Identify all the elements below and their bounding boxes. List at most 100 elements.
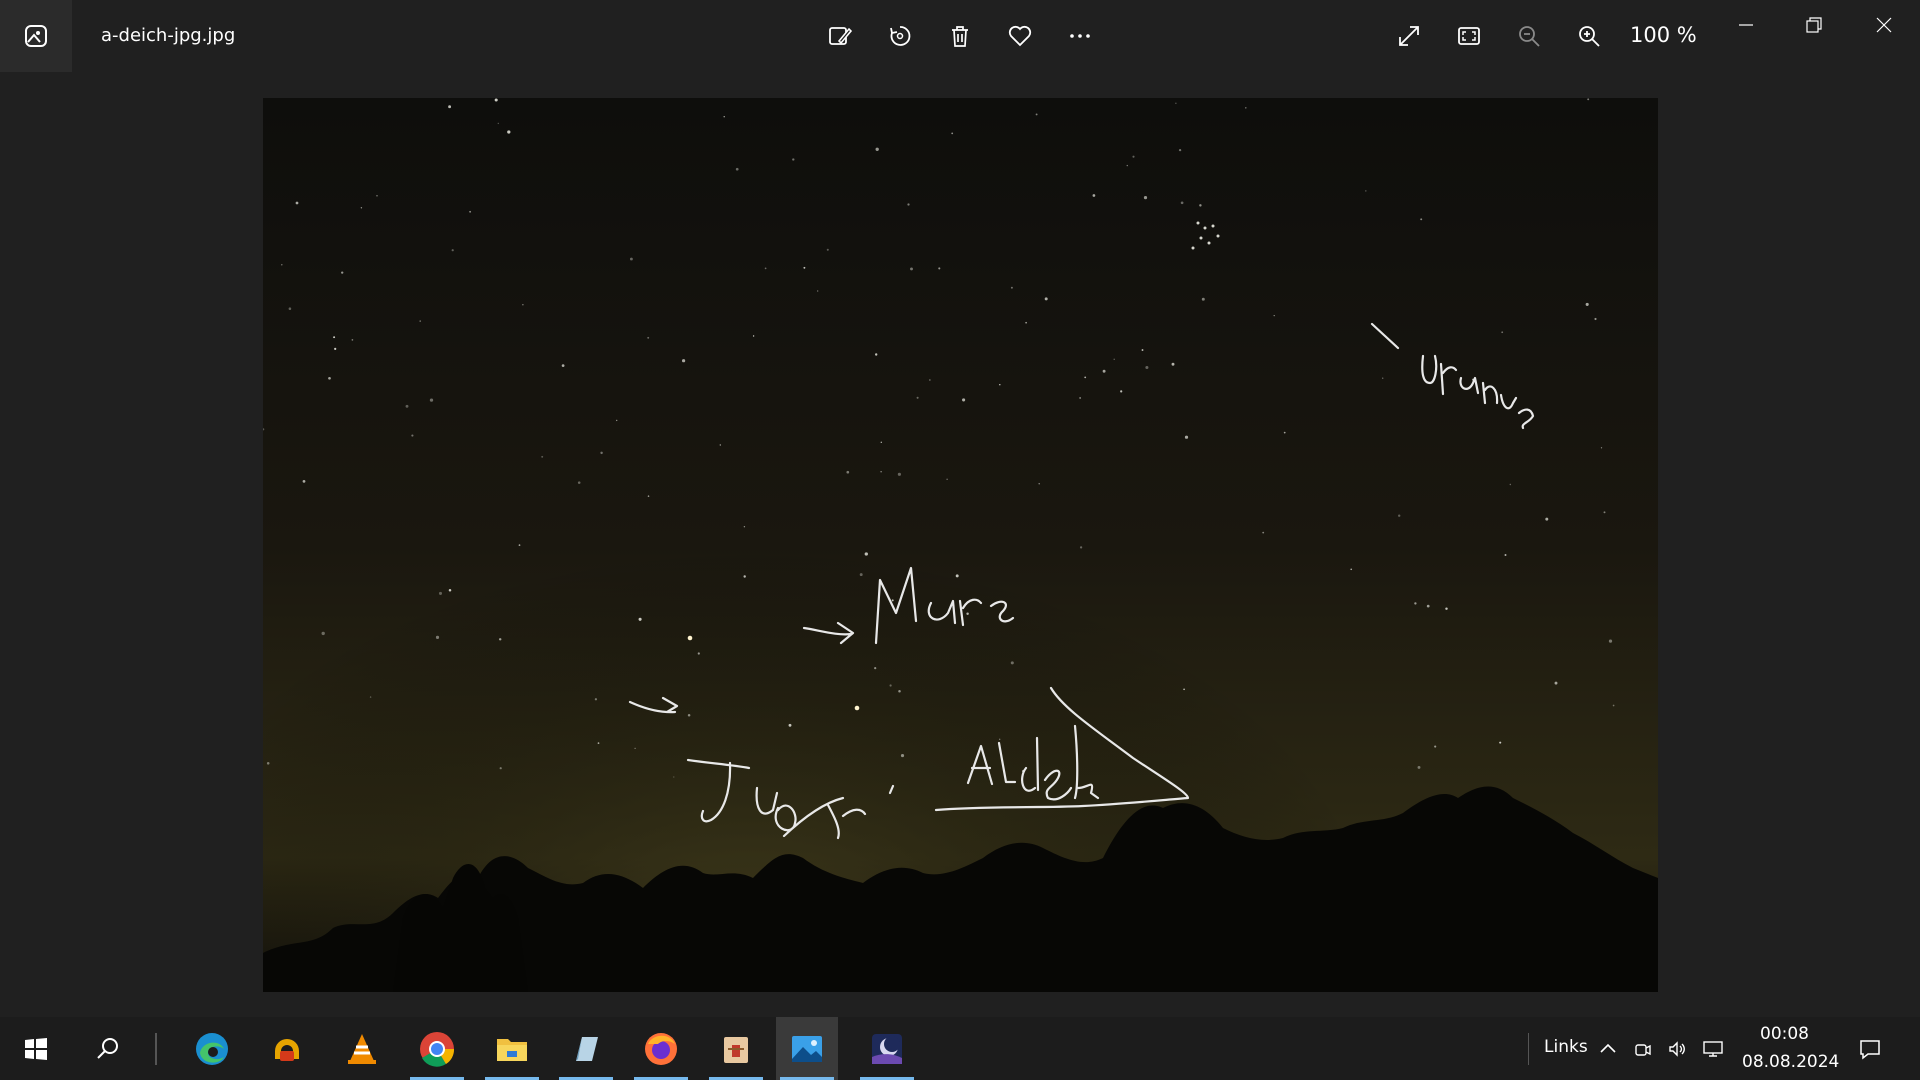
archive-app[interactable] [705, 1017, 767, 1080]
photo-canvas [263, 98, 1658, 992]
star [929, 379, 931, 381]
links-toolbar[interactable]: Links [1544, 1037, 1588, 1057]
star [1079, 397, 1081, 399]
star [916, 396, 919, 399]
planet-dot [687, 635, 693, 641]
star [1079, 546, 1083, 549]
star [341, 271, 344, 274]
notes-app[interactable] [555, 1017, 617, 1080]
star [743, 575, 746, 578]
star [1199, 236, 1203, 240]
zoom-in-button[interactable] [1565, 12, 1613, 60]
star [1191, 246, 1195, 250]
star [295, 201, 299, 205]
star [1501, 331, 1504, 334]
stellarium-app[interactable] [856, 1017, 918, 1080]
star [302, 480, 306, 483]
star [629, 257, 633, 261]
star [962, 398, 966, 402]
star [597, 742, 600, 744]
restore-icon [1806, 17, 1822, 33]
star [376, 195, 378, 197]
star [1199, 204, 1202, 207]
star [561, 364, 565, 367]
star [1183, 688, 1185, 691]
clock-date[interactable]: 08.08.2024 [1742, 1052, 1839, 1072]
star [1102, 369, 1106, 373]
star [1010, 661, 1014, 665]
star [405, 404, 409, 408]
file-name: a-deich-jpg.jpg [101, 25, 236, 46]
star [1010, 286, 1013, 289]
star [522, 304, 524, 306]
clock-time[interactable]: 00:08 [1760, 1024, 1809, 1044]
photos-app[interactable] [776, 1017, 838, 1080]
star [898, 689, 901, 693]
more-button[interactable] [1056, 12, 1104, 60]
photos-app-icon[interactable] [0, 0, 72, 72]
show-hidden-icons-button[interactable] [1596, 1037, 1620, 1061]
rotate-icon [890, 26, 911, 46]
star [880, 441, 882, 443]
star [288, 307, 292, 310]
network-button[interactable] [1701, 1037, 1725, 1061]
minimize-button[interactable] [1712, 0, 1780, 50]
photos-icon [792, 1035, 822, 1062]
star [594, 698, 598, 701]
meet-now-button[interactable] [1631, 1037, 1655, 1061]
notifications-button[interactable] [1858, 1037, 1882, 1061]
star [910, 267, 913, 271]
star [328, 376, 331, 380]
volume-button[interactable] [1665, 1037, 1689, 1061]
star [1426, 604, 1430, 608]
edit-image-button[interactable] [816, 12, 864, 60]
fit-window-button[interactable] [1445, 12, 1493, 60]
star [435, 635, 440, 639]
favorite-button[interactable] [996, 12, 1044, 60]
star [448, 589, 452, 592]
close-button[interactable] [1850, 0, 1918, 50]
star [951, 132, 954, 135]
vlc-app[interactable] [331, 1017, 393, 1080]
chrome-app[interactable] [406, 1017, 468, 1080]
fullscreen-button[interactable] [1385, 12, 1433, 60]
star [411, 434, 414, 437]
start-button[interactable] [5, 1017, 67, 1080]
network-icon [1703, 1041, 1723, 1057]
star [1211, 224, 1215, 228]
star [1203, 226, 1207, 230]
speaker-icon [1669, 1041, 1685, 1057]
star [647, 336, 650, 339]
star [518, 544, 521, 546]
search-button[interactable] [77, 1017, 139, 1080]
star [1145, 365, 1149, 370]
file-explorer-app[interactable] [481, 1017, 543, 1080]
close-icon [1876, 17, 1892, 33]
star [826, 248, 829, 251]
edge-app[interactable] [181, 1017, 243, 1080]
zoom-level[interactable]: 100 % [1630, 20, 1697, 50]
winamp-app[interactable] [256, 1017, 318, 1080]
star [792, 158, 795, 161]
star [499, 767, 502, 770]
firefox-app[interactable] [630, 1017, 692, 1080]
windows-logo-icon [25, 1037, 47, 1060]
search-icon [97, 1037, 118, 1059]
more-icon [1070, 34, 1090, 38]
star [1603, 511, 1606, 514]
delete-button[interactable] [936, 12, 984, 60]
rotate-button[interactable] [876, 12, 924, 60]
star [673, 776, 675, 778]
star [687, 713, 691, 717]
star [1585, 302, 1589, 306]
star [638, 617, 642, 621]
zoom-out-button[interactable] [1505, 12, 1553, 60]
tray-divider [1528, 1033, 1529, 1065]
taskbar: Links 00:08 08.08.2024 [0, 1017, 1920, 1080]
restore-button[interactable] [1780, 0, 1848, 50]
image-viewer[interactable] [0, 72, 1920, 1017]
star [788, 723, 792, 727]
star [351, 339, 354, 341]
star [999, 738, 1001, 740]
star [897, 472, 901, 476]
